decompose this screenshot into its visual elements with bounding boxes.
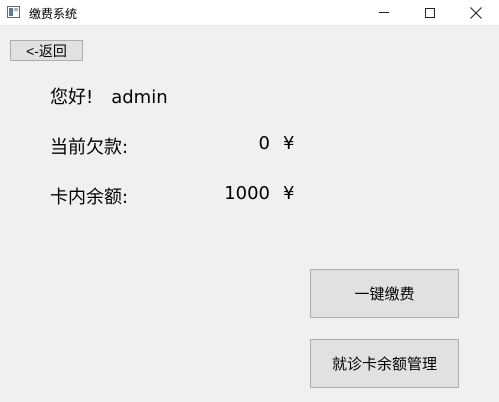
back-button[interactable]: <-返回 [10,40,83,61]
maximize-icon [425,7,435,18]
debt-label: 当前欠款: [50,137,129,158]
title-bar: 缴费系统 [0,0,499,26]
greeting-line: 您好! admin [50,83,168,109]
minimize-button[interactable] [361,0,407,25]
close-icon [470,6,482,19]
one-click-pay-button[interactable]: 一键缴费 [310,269,459,318]
username-text: admin [111,87,168,108]
balance-currency: ¥ [283,183,295,204]
debt-value: 0 [258,133,270,154]
window-title: 缴费系统 [29,7,78,21]
greeting-text: 您好! [50,87,94,108]
close-button[interactable] [453,0,499,25]
balance-value: 1000 [224,183,270,204]
maximize-button[interactable] [407,0,453,25]
minimize-icon [379,12,389,13]
debt-currency: ¥ [283,133,295,154]
app-window-icon [7,6,20,18]
balance-label: 卡内余额: [50,187,129,208]
card-balance-manage-button[interactable]: 就诊卡余额管理 [310,339,459,388]
